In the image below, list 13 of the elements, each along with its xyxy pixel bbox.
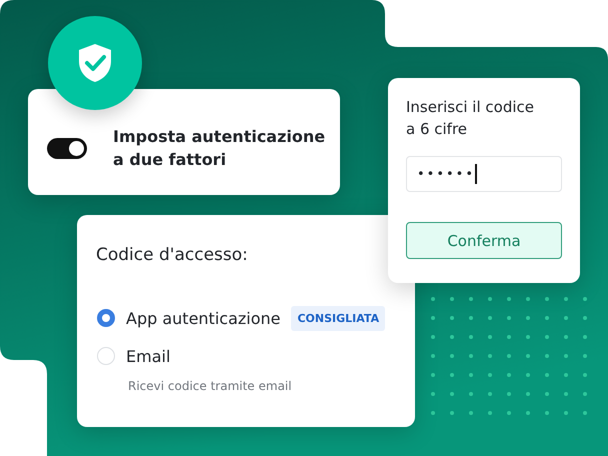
option-description: Ricevi codice tramite email <box>128 379 293 393</box>
option-label: Email <box>126 346 170 366</box>
access-title: Codice d'accesso: <box>96 245 249 265</box>
toggle-switch[interactable] <box>47 138 87 158</box>
code-field[interactable]: •••••• <box>406 156 562 192</box>
shield-check-icon <box>77 43 113 83</box>
confirm-button[interactable]: Conferma <box>406 222 562 259</box>
toggle-label: Imposta autenticazione a due fattori <box>113 126 326 171</box>
option-label: App autenticazione <box>126 308 280 328</box>
recommended-badge: CONSIGLIATA <box>291 306 386 330</box>
text-cursor <box>475 164 477 184</box>
code-prompt: Inserisci il codice a 6 cifre <box>406 97 535 140</box>
radio-button[interactable] <box>97 309 115 327</box>
